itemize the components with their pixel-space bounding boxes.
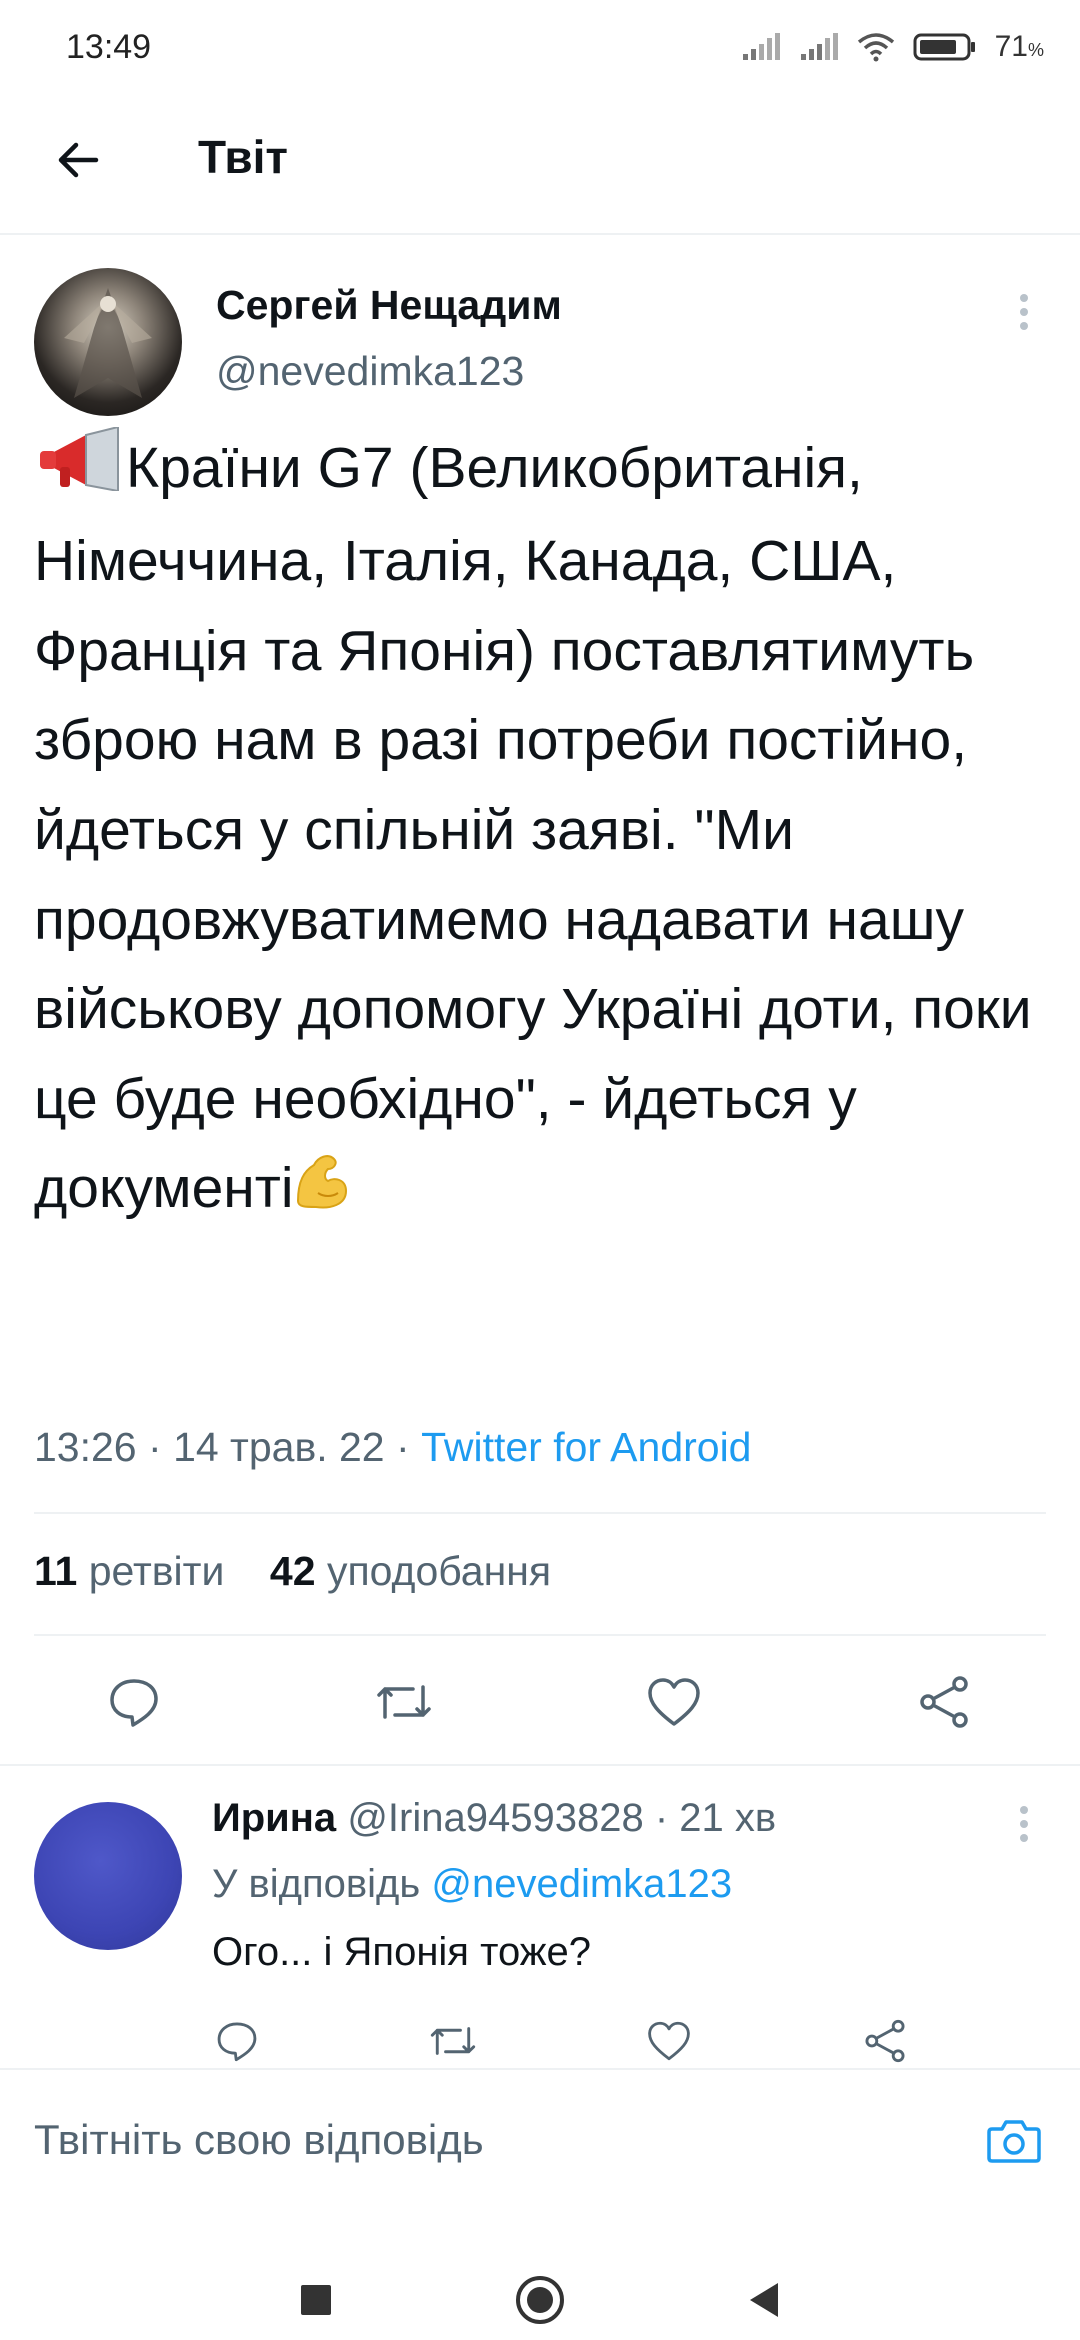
back-nav-button[interactable] <box>734 2270 794 2330</box>
retweet-button[interactable] <box>374 1672 434 1732</box>
comment-icon <box>110 1679 158 1727</box>
home-button[interactable] <box>510 2270 570 2330</box>
reply-retweet-button[interactable] <box>428 2016 478 2066</box>
share-icon <box>920 1676 968 1728</box>
more-vertical-icon <box>1020 1806 1028 1842</box>
signal-icon <box>742 33 780 60</box>
author-handle[interactable]: @nevedimka123 <box>216 348 524 395</box>
triangle-back-icon <box>750 2283 778 2317</box>
battery-icon <box>913 33 975 61</box>
reply-more-options-button[interactable] <box>1004 1800 1044 1850</box>
reply-time: 21 хв <box>679 1796 777 1840</box>
heart-icon <box>648 2021 690 2061</box>
author-name[interactable]: Сергей Нещадим <box>216 282 562 329</box>
signal-icon <box>800 33 838 60</box>
system-nav-bar <box>0 2192 1080 2340</box>
square-icon <box>301 2285 331 2315</box>
status-bar: 13:49 71% <box>0 0 1080 100</box>
share-icon <box>865 2019 905 2063</box>
share-button[interactable] <box>914 1672 974 1732</box>
wifi-icon <box>857 33 894 62</box>
replying-to-handle[interactable]: @nevedimka123 <box>431 1862 732 1906</box>
megaphone-icon <box>34 425 126 518</box>
retweet-icon <box>430 2027 476 2055</box>
reply-like-button[interactable] <box>644 2016 694 2066</box>
reply-author-handle[interactable]: @Irina94593828 <box>347 1796 643 1840</box>
tweet-text: Країни G7 (Великобританія, Німеччина, Іт… <box>34 424 1054 1237</box>
reply-share-button[interactable] <box>860 2016 910 2066</box>
circle-icon <box>516 2276 564 2324</box>
page-title: Твіт <box>198 131 288 183</box>
comment-icon <box>217 2022 257 2062</box>
likes-stat[interactable]: 42 уподобання <box>270 1548 551 1594</box>
reply-input[interactable]: Твітніть свою відповідь <box>34 2116 484 2164</box>
reply-author-name[interactable]: Ирина <box>212 1796 336 1840</box>
reply-text: Ого... і Японія тоже? <box>212 1930 591 1974</box>
author-avatar[interactable] <box>34 268 182 416</box>
retweet-icon <box>377 1685 431 1719</box>
like-button[interactable] <box>644 1672 704 1732</box>
retweets-stat[interactable]: 11 ретвіти <box>34 1548 224 1594</box>
tweet-body: Країни G7 (Великобританія, Німеччина, Іт… <box>34 436 1048 1221</box>
arrow-left-icon <box>58 142 99 178</box>
camera-icon <box>987 2120 1041 2163</box>
replying-to: У відповідь @nevedimka123 <box>212 1862 733 1906</box>
camera-button[interactable] <box>986 2112 1042 2168</box>
divider <box>0 1764 1080 1766</box>
avatar-image <box>64 288 152 398</box>
more-vertical-icon <box>1020 294 1028 330</box>
reply-reply-button[interactable] <box>212 2016 262 2066</box>
reply-button[interactable] <box>104 1672 164 1732</box>
more-options-button[interactable] <box>1004 288 1044 338</box>
tweet-date: 14 трав. 22 <box>173 1424 385 1470</box>
tweet-time: 13:26 <box>34 1424 137 1470</box>
recents-button[interactable] <box>286 2270 346 2330</box>
top-bar: Твіт <box>0 100 1080 235</box>
reply-avatar[interactable] <box>34 1802 182 1950</box>
status-icons: 71% <box>741 30 1044 64</box>
flexed-biceps-icon <box>294 1148 350 1238</box>
tweet-stats: 11 ретвіти 42 уподобання <box>34 1548 551 1595</box>
divider <box>34 1512 1046 1514</box>
back-button[interactable] <box>48 130 108 190</box>
divider <box>34 1634 1046 1636</box>
heart-icon <box>648 1678 700 1726</box>
battery-percent: 71% <box>994 30 1044 63</box>
compose-bar: Твітніть свою відповідь <box>0 2068 1080 2196</box>
tweet-meta: 13:26 · 14 трав. 22 · Twitter for Androi… <box>34 1424 752 1470</box>
tweet-client-link[interactable]: Twitter for Android <box>421 1424 751 1470</box>
reply-header: Ирина @Irina94593828 · 21 хв <box>212 1796 777 1840</box>
status-time: 13:49 <box>66 28 152 66</box>
